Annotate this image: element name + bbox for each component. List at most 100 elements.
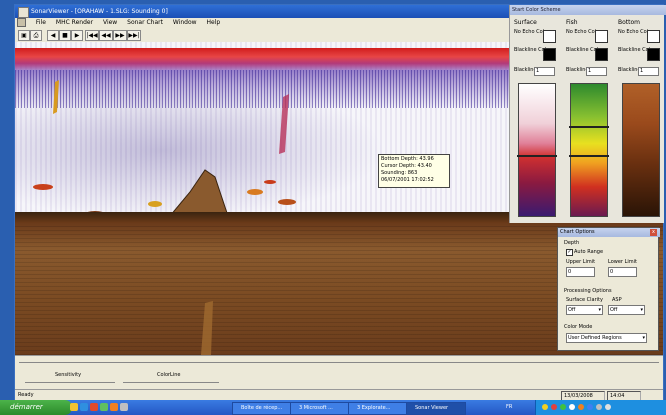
menu-view[interactable]: View (103, 19, 117, 26)
surface-clarity-select[interactable]: Off ▾ (566, 305, 603, 315)
task-microsoft[interactable]: 3 Microsoft ... (290, 402, 354, 415)
subsurface-echo (201, 301, 213, 355)
fish-noecho-swatch[interactable] (595, 30, 608, 43)
colorline-slider[interactable] (123, 382, 219, 383)
tray-icon-1[interactable] (542, 404, 548, 410)
app-launch-icon[interactable] (100, 403, 108, 411)
echogram-features (33, 80, 296, 223)
upper-limit-input[interactable]: 0 (566, 267, 595, 277)
lower-limit-label: Lower Limit (608, 259, 637, 265)
browser-icon[interactable] (80, 403, 88, 411)
print-icon[interactable]: ⎙ (30, 30, 42, 41)
sensitivity-slider[interactable] (25, 382, 115, 383)
depth-group-label: Depth (564, 240, 580, 246)
menu-sonar-chart[interactable]: Sonar Chart (127, 19, 163, 26)
surface-color-ramp[interactable] (517, 83, 557, 217)
timeline-track[interactable] (19, 362, 659, 363)
timestamp-readout: 06/07/2001 17:02:52 (381, 177, 434, 183)
menu-window[interactable]: Window (173, 19, 197, 26)
surface-ramp-marker[interactable] (517, 155, 557, 157)
cursor-depth-readout: Cursor Depth: 43.40 (381, 163, 432, 169)
play-button[interactable]: ▶ (71, 30, 83, 41)
bottom-trace (15, 212, 509, 223)
tray-icon-7[interactable] (596, 404, 602, 410)
sonar-echogram[interactable] (15, 42, 509, 223)
fish-trace-column (279, 94, 289, 154)
bottom-blackline-swatch[interactable] (647, 48, 660, 61)
bottom-column: Bottom No Echo Color Blackline Color Bla… (616, 17, 662, 221)
menu-file[interactable]: File (36, 19, 46, 26)
stop-button[interactable]: ■ (59, 30, 71, 41)
surface-noecho-swatch[interactable] (543, 30, 556, 43)
system-tray: FR (506, 400, 666, 415)
cursor-info-tooltip: Bottom Depth: 43.96 Cursor Depth: 43.40 … (378, 154, 450, 188)
task-sonar-viewer[interactable]: Sonar Viewer (406, 402, 466, 415)
windows-taskbar: démarrer Boîte de récep... 3 Microsoft .… (0, 400, 666, 415)
color-mode-label: Color Mode (564, 324, 593, 330)
bottom-color-ramp[interactable] (622, 83, 660, 217)
fish-ramp-marker-upper[interactable] (569, 126, 609, 128)
fish-echo-1 (33, 184, 53, 190)
auto-range-checkbox[interactable]: ✓ (566, 249, 573, 256)
fish-ramp-marker-lower[interactable] (569, 155, 609, 157)
open-file-icon[interactable]: ▣ (18, 30, 30, 41)
start-button[interactable]: démarrer (0, 400, 72, 415)
fish-column: Fish No Echo Color Blackline Color Black… (564, 17, 610, 221)
menu-bar: File MHC Render View Sonar Chart Window … (15, 18, 509, 28)
bottom-blackline-row: Blackline Color (618, 47, 662, 61)
menu-help[interactable]: Help (206, 19, 220, 26)
tray-icon-6[interactable] (587, 404, 593, 410)
rewind-button[interactable]: ◀◀ (99, 30, 113, 41)
fish-noecho-row: No Echo Color (566, 29, 610, 43)
tray-icon-3[interactable] (560, 404, 566, 410)
speaker-icon[interactable] (605, 404, 611, 410)
window-title: SonarViewer - [ORAHAW - 1.SLG: Sounding … (31, 8, 168, 15)
tray-icon-5[interactable] (578, 404, 584, 410)
slider-bar: Sensitivity ColorLine (15, 355, 663, 390)
app-icon (18, 7, 29, 18)
fish-echo-2 (247, 189, 263, 195)
folder-icon[interactable] (70, 403, 78, 411)
task-inbox[interactable]: Boîte de récep... (232, 402, 296, 415)
go-end-button[interactable]: ▶▶| (127, 30, 141, 41)
color-mode-select[interactable]: User Defined Regions ▾ (566, 333, 647, 343)
tray-icon-2[interactable] (551, 404, 557, 410)
sonar-viewer-window: SonarViewer - [ORAHAW - 1.SLG: Sounding … (14, 4, 666, 401)
bottom-noecho-row: No Echo Color (618, 29, 662, 43)
bottom-width-input[interactable]: 1 (638, 67, 659, 76)
surface-blackline-row: Blackline Color (514, 47, 558, 61)
surface-clarity-value: Off (568, 307, 576, 313)
media-icon[interactable] (90, 403, 98, 411)
menu-mhc-render[interactable]: MHC Render (56, 19, 93, 26)
fish-color-ramp[interactable] (569, 83, 609, 217)
document-icon[interactable] (17, 18, 26, 27)
desktop-icon[interactable] (120, 403, 128, 411)
mail-icon[interactable] (110, 403, 118, 411)
bottom-depth-readout: Bottom Depth: 43.96 (381, 156, 434, 162)
fish-width-input[interactable]: 1 (586, 67, 607, 76)
bottom-noecho-swatch[interactable] (647, 30, 660, 43)
lower-limit-input[interactable]: 0 (608, 267, 637, 277)
language-indicator[interactable]: FR (506, 404, 512, 410)
go-start-button[interactable]: |◀◀ (85, 30, 99, 41)
processing-group-label: Processing Options (564, 288, 612, 294)
step-back-button[interactable]: ◀ (47, 30, 59, 41)
task-explorer[interactable]: 3 Explorate... (348, 402, 412, 415)
fast-forward-button[interactable]: ▶▶ (113, 30, 127, 41)
fish-echo-5 (148, 201, 162, 207)
color-scheme-panel: Start Color Scheme Surface No Echo Color… (509, 5, 666, 223)
tray-icon-4[interactable] (569, 404, 575, 410)
fish-blackline-row: Blackline Color (566, 47, 610, 61)
asp-select[interactable]: Off ▾ (608, 305, 645, 315)
fish-heading: Fish (566, 19, 578, 26)
surface-blackline-swatch[interactable] (543, 48, 556, 61)
surface-column: Surface No Echo Color Blackline Color Bl… (512, 17, 558, 221)
playback-toolbar: ▣ ⎙ ◀ ■ ▶ |◀◀ ◀◀ ▶▶ ▶▶| (15, 28, 509, 43)
chevron-down-icon: ▾ (640, 307, 643, 313)
color-panel-title[interactable]: Start Color Scheme (510, 5, 666, 15)
chart-options-title[interactable]: Chart Options (558, 228, 660, 237)
surface-width-input[interactable]: 1 (534, 67, 555, 76)
fish-echo-3 (264, 180, 276, 184)
fish-blackline-swatch[interactable] (595, 48, 608, 61)
close-icon[interactable]: x (650, 229, 657, 236)
